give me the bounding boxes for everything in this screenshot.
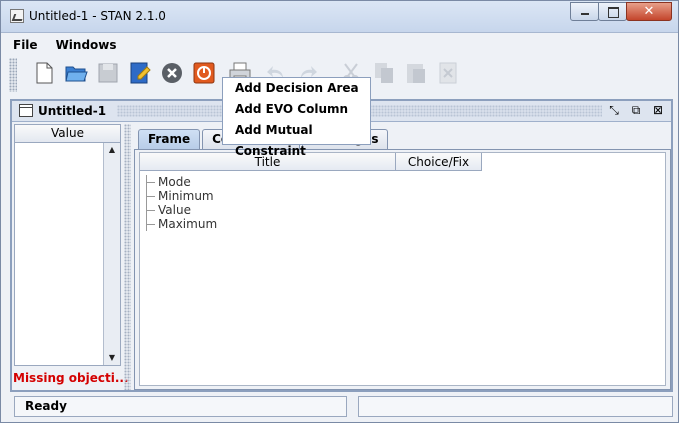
- close-circle-icon: [162, 63, 182, 83]
- menu-bar: File Windows: [9, 36, 672, 56]
- menu-item-add-decision-area[interactable]: Add Decision Area: [223, 78, 370, 99]
- app-window: Untitled-1 - STAN 2.1.0 ✕ File Windows U…: [0, 0, 679, 423]
- vertical-scrollbar[interactable]: ▲ ▼: [103, 143, 120, 365]
- frame-tab-content: Title Choice/Fix Mode Minimum Value Maxi…: [134, 149, 671, 390]
- stop-button[interactable]: [191, 60, 217, 86]
- stop-power-icon: [193, 62, 215, 84]
- maximize-button[interactable]: [598, 2, 627, 21]
- frame-icon: [19, 104, 33, 117]
- missing-objective-error: Missing objecti...: [13, 371, 129, 385]
- status-secondary: [358, 396, 673, 417]
- scroll-up-icon[interactable]: ▲: [104, 143, 120, 157]
- minimize-icon: [581, 13, 589, 15]
- window-controls: ✕: [570, 2, 672, 21]
- scroll-down-icon[interactable]: ▼: [104, 351, 120, 365]
- internal-frame-controls: ⤡ ⧉ ⊠: [607, 103, 665, 117]
- edit-notes-button[interactable]: [127, 60, 153, 86]
- status-text: Ready: [14, 396, 347, 417]
- restore-icon[interactable]: ⧉: [629, 103, 643, 117]
- status-bar: Ready: [14, 396, 673, 418]
- close-circle-button[interactable]: [159, 60, 185, 86]
- menu-item-add-mutual-constraint[interactable]: Add Mutual Constraint: [223, 120, 370, 158]
- minimize-button[interactable]: [570, 2, 599, 21]
- context-menu: Add Decision Area Add EVO Column Add Mut…: [222, 77, 371, 158]
- new-document-icon: [36, 62, 53, 84]
- value-list[interactable]: [15, 143, 101, 365]
- split-pane-divider[interactable]: [124, 124, 131, 390]
- choice-fix-column-header[interactable]: Choice/Fix: [396, 153, 482, 171]
- save-icon: [98, 63, 118, 83]
- frame-table[interactable]: Title Choice/Fix Mode Minimum Value Maxi…: [139, 152, 666, 386]
- frame-tree: Mode Minimum Value Maximum: [146, 175, 217, 231]
- paste-icon: [407, 64, 425, 83]
- paste-button[interactable]: [403, 60, 429, 86]
- menu-item-add-evo-column[interactable]: Add EVO Column: [223, 99, 370, 120]
- tree-item-value[interactable]: Value: [146, 203, 217, 217]
- new-document-button[interactable]: [31, 60, 57, 86]
- close-icon: ✕: [643, 4, 655, 19]
- tree-item-minimum[interactable]: Minimum: [146, 189, 217, 203]
- copy-icon: [375, 63, 393, 83]
- delete-button[interactable]: [435, 60, 461, 86]
- title-bar[interactable]: Untitled-1 - STAN 2.1.0 ✕: [1, 1, 678, 33]
- tree-item-maximum[interactable]: Maximum: [146, 217, 217, 231]
- open-folder-icon: [65, 66, 88, 82]
- app-icon: [10, 9, 24, 23]
- delete-icon: [439, 62, 457, 84]
- tree-item-mode[interactable]: Mode: [146, 175, 217, 189]
- copy-button[interactable]: [371, 60, 397, 86]
- save-button[interactable]: [95, 60, 121, 86]
- edit-notes-icon: [130, 62, 151, 84]
- value-list-panel: Value ▲ ▼: [14, 124, 121, 366]
- iconify-icon[interactable]: ⤡: [607, 103, 621, 117]
- close-button[interactable]: ✕: [626, 2, 672, 21]
- window-title: Untitled-1 - STAN 2.1.0: [29, 9, 166, 23]
- open-button[interactable]: [63, 60, 89, 86]
- menu-file[interactable]: File: [9, 36, 42, 56]
- close-frame-icon[interactable]: ⊠: [651, 103, 665, 117]
- internal-frame-title: Untitled-1: [38, 104, 107, 118]
- maximize-icon: [608, 7, 619, 18]
- value-column-header[interactable]: Value: [15, 125, 120, 143]
- toolbar-grip[interactable]: [9, 58, 17, 92]
- tab-frame[interactable]: Frame: [138, 129, 201, 149]
- menu-windows[interactable]: Windows: [52, 36, 121, 56]
